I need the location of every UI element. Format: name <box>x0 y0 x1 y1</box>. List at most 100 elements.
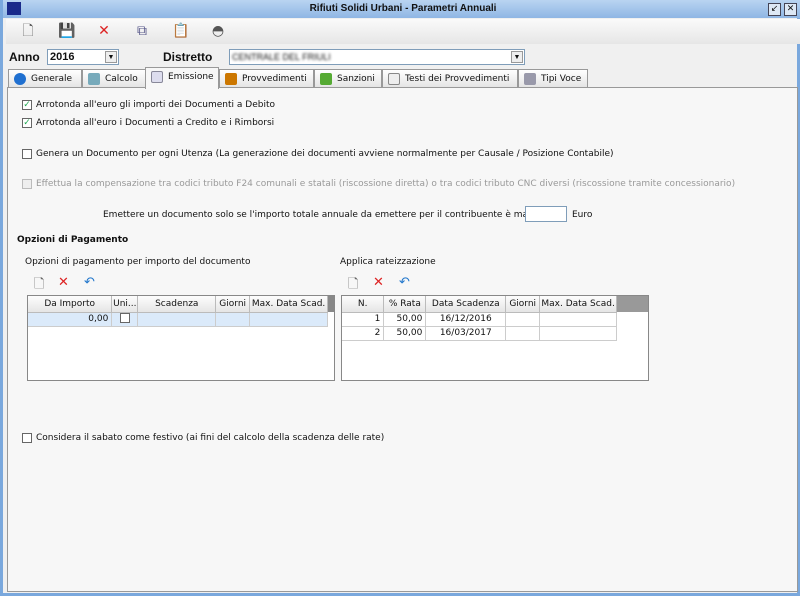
table-cell[interactable] <box>505 312 541 327</box>
title-bar: Rifiuti Solidi Urbani - Parametri Annual… <box>3 0 800 18</box>
briefcase-icon <box>225 73 237 85</box>
chevron-down-icon[interactable]: ▼ <box>511 51 523 63</box>
column-header[interactable]: Max. Data Scad. <box>539 296 617 313</box>
column-header[interactable]: Giorni <box>505 296 541 313</box>
emissione-panel: ✓ Arrotonda all'euro gli importi dei Docu… <box>7 87 798 592</box>
right-grid-title: Applica rateizzazione <box>340 257 436 267</box>
delete-row-icon[interactable]: ✕ <box>373 275 384 290</box>
tab-generale[interactable]: Generale <box>8 69 82 88</box>
chevron-down-icon[interactable]: ▼ <box>105 51 117 63</box>
gear-icon <box>524 73 536 85</box>
table-cell[interactable]: 50,00 <box>383 312 427 327</box>
arrotonda-credito-checkbox[interactable]: ✓ Arrotonda all'euro i Documenti a Credit… <box>22 118 274 128</box>
table-cell[interactable]: 1 <box>342 312 385 327</box>
column-header[interactable]: Scadenza <box>137 296 217 313</box>
right-table: N.% Rata Data Scadenza Giorni Max. Data Sca… <box>342 296 617 341</box>
sanzioni-icon <box>320 73 332 85</box>
scrollbar[interactable] <box>328 296 334 312</box>
checkbox-checked[interactable]: ✓ <box>22 100 32 110</box>
toolbar: 🗋 💾 ✕ ⧉ 📋 ◓ <box>6 19 800 44</box>
tab-label: Tipi Voce <box>541 74 582 84</box>
checkbox-label: Arrotonda all'euro gli importi dei Docum… <box>36 100 275 110</box>
checkbox-checked[interactable]: ✓ <box>22 118 32 128</box>
emettere-label: Emettere un documento solo se l'importo … <box>103 210 568 220</box>
tab-label: Sanzioni <box>337 74 375 84</box>
add-row-icon[interactable]: 🗋 <box>348 275 358 297</box>
table-cell[interactable]: 0,00 <box>28 312 113 327</box>
table-cell[interactable] <box>249 312 328 327</box>
undo-icon[interactable]: ↶ <box>399 275 410 290</box>
left-grid: Da Importo Uni... Scadenza Giorni Max. Data … <box>27 295 335 381</box>
paste-icon[interactable]: 📋 <box>172 23 189 39</box>
table-row[interactable]: 1 50,00 16/12/2016 <box>342 312 617 327</box>
table-cell[interactable]: 2 <box>342 326 385 341</box>
anno-value: 2016 <box>50 51 75 63</box>
euro-label: Euro <box>572 210 593 220</box>
tab-label: Calcolo <box>105 74 138 84</box>
undo-icon[interactable]: ↶ <box>84 275 95 290</box>
checkbox-label: Genera un Documento per ogni Utenza (La … <box>36 149 614 159</box>
column-header[interactable]: Data Scadenza <box>425 296 507 313</box>
column-header[interactable]: % Rata <box>383 296 427 313</box>
column-header[interactable]: Max. Data Scad. <box>249 296 328 313</box>
checkbox[interactable] <box>22 433 32 443</box>
table-cell[interactable]: 16/12/2016 <box>425 312 507 327</box>
close-button[interactable]: ✕ <box>784 3 797 16</box>
distretto-label: Distretto <box>163 50 213 64</box>
delete-row-icon[interactable]: ✕ <box>58 275 69 290</box>
table-row[interactable]: 0,00 <box>28 312 328 327</box>
window: Rifiuti Solidi Urbani - Parametri Annual… <box>0 0 800 596</box>
edit-document-icon <box>388 73 400 85</box>
column-header[interactable]: Giorni <box>215 296 251 313</box>
tab-label: Generale <box>31 74 73 84</box>
tab-tipi-voce[interactable]: Tipi Voce <box>518 69 588 88</box>
tab-provvedimenti[interactable]: Provvedimenti <box>219 69 314 88</box>
checkbox[interactable] <box>119 312 130 323</box>
column-header[interactable]: N. <box>342 296 385 313</box>
distretto-select[interactable]: CENTRALE DEL FRIULI ▼ <box>229 49 525 65</box>
table-cell[interactable] <box>539 326 617 341</box>
anno-label: Anno <box>9 50 40 64</box>
info-icon <box>14 73 26 85</box>
save-icon[interactable]: 💾 <box>58 23 75 39</box>
anno-select[interactable]: 2016 ▼ <box>47 49 119 65</box>
copy-icon[interactable]: ⧉ <box>134 23 150 39</box>
add-row-icon[interactable]: 🗋 <box>34 275 44 297</box>
delete-icon[interactable]: ✕ <box>96 23 112 39</box>
tab-calcolo[interactable]: Calcolo <box>82 69 146 88</box>
checkbox[interactable] <box>22 149 32 159</box>
left-table: Da Importo Uni... Scadenza Giorni Max. Data … <box>28 296 328 327</box>
document-icon <box>151 71 163 83</box>
tab-sanzioni[interactable]: Sanzioni <box>314 69 382 88</box>
tab-label: Testi dei Provvedimenti <box>405 74 510 84</box>
minimize-button[interactable]: ↙ <box>768 3 781 16</box>
checkbox <box>22 179 32 189</box>
tab-emissione[interactable]: Emissione <box>145 67 219 89</box>
table-cell[interactable] <box>215 312 251 327</box>
table-cell[interactable]: 50,00 <box>383 326 427 341</box>
arrotonda-debito-checkbox[interactable]: ✓ Arrotonda all'euro gli importi dei Docu… <box>22 100 275 110</box>
column-header[interactable]: Uni... <box>111 296 139 313</box>
left-grid-title: Opzioni di pagamento per importo del doc… <box>25 257 251 267</box>
tab-testi-provvedimenti[interactable]: Testi dei Provvedimenti <box>382 69 518 88</box>
right-grid: N.% Rata Data Scadenza Giorni Max. Data Sca… <box>341 295 649 381</box>
column-header[interactable]: Da Importo <box>28 296 113 313</box>
checkbox-label: Considera il sabato come festivo (ai fin… <box>36 433 385 443</box>
table-cell[interactable]: 16/03/2017 <box>425 326 507 341</box>
table-cell[interactable] <box>111 312 139 327</box>
sabato-festivo-checkbox[interactable]: Considera il sabato come festivo (ai fin… <box>22 433 384 443</box>
table-cell[interactable] <box>505 326 541 341</box>
table-row[interactable]: 2 50,00 16/03/2017 <box>342 326 617 341</box>
tab-label: Provvedimenti <box>242 74 307 84</box>
opzioni-pagamento-title: Opzioni di Pagamento <box>17 235 129 245</box>
new-icon[interactable]: 🗋 <box>20 23 36 39</box>
tab-label: Emissione <box>168 72 214 82</box>
genera-documento-checkbox[interactable]: Genera un Documento per ogni Utenza (La … <box>22 149 614 159</box>
calculator-icon <box>88 73 100 85</box>
table-cell[interactable] <box>539 312 617 327</box>
table-cell[interactable] <box>137 312 217 327</box>
camera-icon[interactable]: ◓ <box>210 23 226 39</box>
importo-minimo-input[interactable] <box>525 206 567 222</box>
checkbox-label: Effettua la compensazione tra codici tri… <box>36 179 736 189</box>
checkbox-label: Arrotonda all'euro i Documenti a Credito… <box>36 118 275 128</box>
